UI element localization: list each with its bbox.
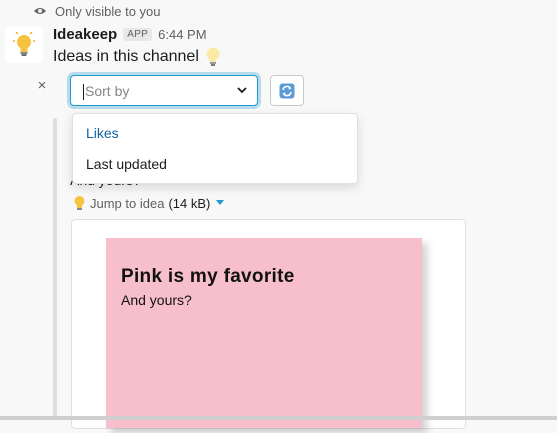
message-body: Ideas in this channel [53,48,199,65]
lightbulb-avatar-icon [13,32,35,56]
lightbulb-icon [206,47,220,66]
sort-select[interactable]: Sort by [70,75,258,106]
file-size: (14 kB) [168,195,211,211]
app-badge: APP [123,27,153,41]
chevron-down-icon [237,87,247,94]
visibility-text: Only visible to you [55,3,161,19]
dropdown-option-last-updated[interactable]: Last updated [86,156,167,172]
visibility-notice: Only visible to you [33,3,161,19]
refresh-icon [279,83,295,98]
app-name[interactable]: Ideakeep [53,26,117,43]
jump-to-idea-link[interactable]: Jump to idea [90,196,164,211]
message-text: Ideas in this channel [53,46,221,68]
lightbulb-icon [74,195,85,210]
jump-to-idea-row: Jump to idea (14 kB) [73,194,225,212]
sort-dropdown-menu: Likes Last updated [72,113,358,184]
bottom-divider [0,416,557,420]
message-header: Ideakeep APP 6:44 PM [53,24,207,44]
attachment-bar [53,118,57,420]
note-body: And yours? [121,292,192,308]
avatar[interactable] [5,27,43,63]
note-title: Pink is my favorite [121,266,295,287]
refresh-button[interactable] [270,75,304,106]
dropdown-option-likes[interactable]: Likes [86,125,119,141]
timestamp[interactable]: 6:44 PM [158,27,206,42]
sticky-note[interactable]: Pink is my favorite And yours? [106,238,422,428]
caret-down-icon[interactable] [216,200,225,206]
close-button[interactable]: × [36,77,48,94]
eye-icon [34,8,46,14]
sort-placeholder: Sort by [83,82,130,100]
